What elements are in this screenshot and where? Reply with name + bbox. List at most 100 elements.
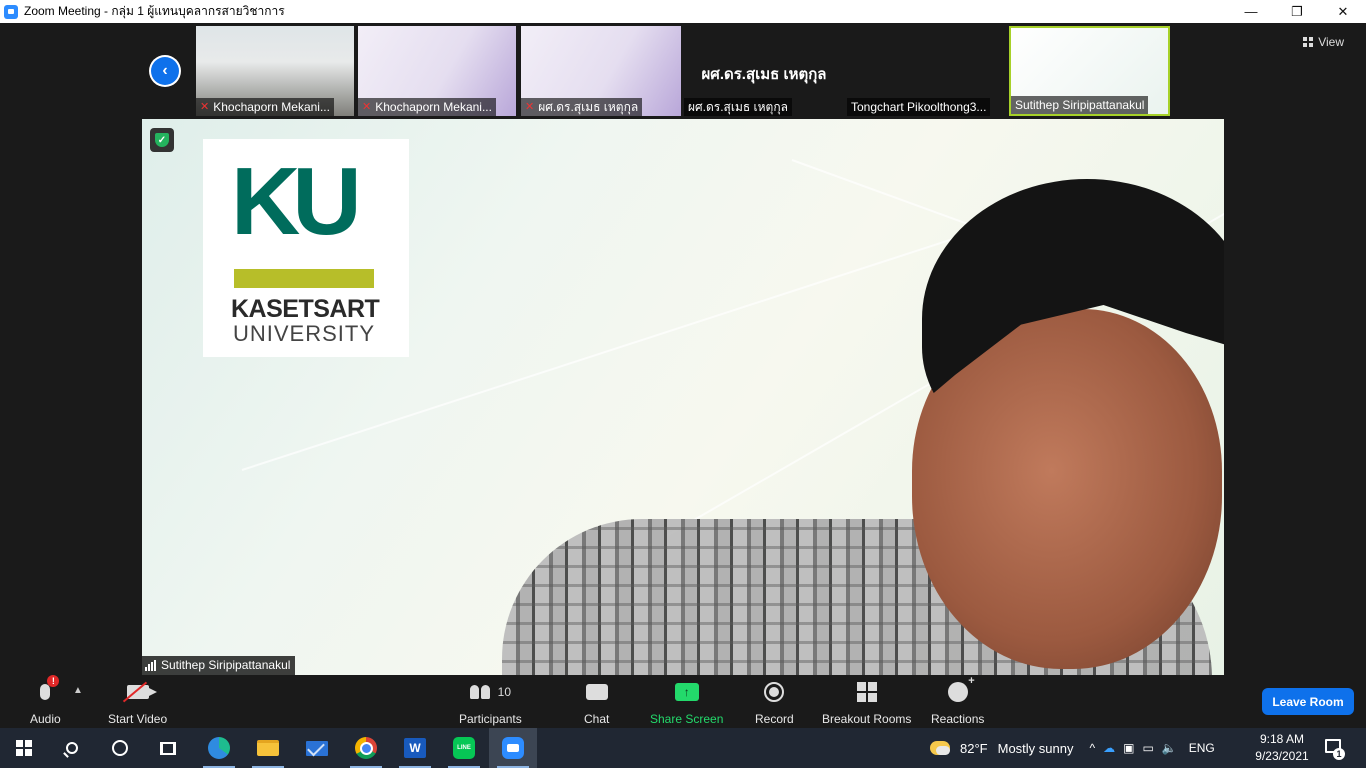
search-button[interactable] [48,728,96,768]
participant-thumbnail[interactable]: ✕ ผศ.ดร.สุเมธ เหตุกุล [521,26,681,116]
system-tray: 82°F Mostly sunny ^ ☁ ▣ ▭ 🔈 ENG [930,728,1215,768]
chrome-icon [355,737,377,759]
breakout-rooms-icon [856,682,877,702]
breakout-rooms-label: Breakout Rooms [822,712,912,726]
chevron-left-icon: ‹ [151,57,179,85]
share-screen-button[interactable]: ↑ Share Screen [650,679,723,726]
speaker-name-label: Sutithep Siripipattanakul [142,656,296,675]
close-button[interactable]: ✕ [1320,0,1366,23]
meeting-toolbar: ! Audio ▲ Start Video 10 Participants Ch… [0,675,1366,728]
thumbnail-name-label: ✕ Khochaporn Mekani... [358,98,496,116]
logo-mark: KU [231,148,362,255]
reactions-icon-wrap [947,675,975,705]
taskbar-edge[interactable] [195,728,243,768]
minimize-button[interactable]: — [1228,0,1274,23]
taskbar-line[interactable]: LINE [440,728,488,768]
microphone-icon: ! [40,675,60,705]
mic-muted-icon: ✕ [525,101,535,113]
folder-icon [257,740,279,756]
active-speaker-video[interactable]: ✓ KU KASETSART UNIVERSITY Sutithep Sirip… [142,119,1224,675]
grid-icon [1303,37,1314,47]
start-video-button[interactable]: Start Video [108,679,167,726]
windows-taskbar: W LINE 82°F Mostly sunny ^ ☁ ▣ ▭ 🔈 ENG 9… [0,728,1366,768]
encryption-badge[interactable]: ✓ [150,128,174,152]
participant-strip: ‹ ✕ Khochaporn Mekani... ✕ Khochaporn Me… [0,23,1366,119]
thumbnail-name-label: ✕ Khochaporn Mekani... [196,98,334,116]
record-label: Record [755,712,794,726]
logo-line2: UNIVERSITY [233,321,376,346]
share-screen-label: Share Screen [650,712,724,726]
signal-strength-icon [145,660,156,671]
zoom-app-icon [4,4,18,19]
windows-logo-icon [16,740,32,756]
restore-button[interactable]: ❐ [1274,0,1320,23]
window-controls: — ❐ ✕ [1228,0,1366,23]
start-button[interactable] [0,728,48,768]
chat-button[interactable]: Chat [584,679,609,726]
taskbar-clock[interactable]: 9:18 AM 9/23/2021 [1252,731,1312,765]
notification-count-badge: 1 [1333,748,1345,760]
weather-temp[interactable]: 82°F [960,741,988,756]
participant-thumbnail[interactable]: ✕ Khochaporn Mekani... [358,26,516,116]
leave-room-button[interactable]: Leave Room [1262,688,1354,715]
participant-thumbnail[interactable]: Tongchart Pikoolthong3... [847,26,1005,116]
share-screen-icon: ↑ [674,683,699,701]
search-icon [66,742,78,754]
reactions-icon [947,675,975,702]
thumbnail-name-label: ผศ.ดร.สุเมธ เหตุกุล [684,98,792,116]
window-title: Zoom Meeting - กลุ่ม 1 ผู้แทนบุคลากรสายว… [24,4,285,18]
participant-thumbnail[interactable]: ผศ.ดร.สุเมธ เหตุกุล ผศ.ดร.สุเมธ เหตุกุล [684,26,844,116]
record-icon [764,682,785,702]
tray-overflow-chevron-icon[interactable]: ^ [1089,741,1095,755]
thumbnail-name-label: Tongchart Pikoolthong3... [847,98,991,116]
audio-options-caret[interactable]: ▲ [73,685,83,696]
edge-icon [208,737,230,759]
task-view-button[interactable] [144,728,192,768]
breakout-rooms-button[interactable]: Breakout Rooms [822,679,911,726]
participant-name: Khochaporn Mekani... [213,100,330,114]
previous-page-button[interactable]: ‹ [149,55,181,87]
clock-date: 9/23/2021 [1255,749,1309,763]
mic-muted-icon: ✕ [362,101,372,113]
volume-icon[interactable]: 🔈 [1162,741,1177,755]
taskbar-word[interactable]: W [391,728,439,768]
cortana-button[interactable] [96,728,144,768]
word-icon: W [404,738,426,758]
line-icon: LINE [453,737,475,759]
logo-line1: KASETSART [231,295,380,323]
participant-thumbnail[interactable]: ✕ Khochaporn Mekani... [196,26,354,116]
participants-button[interactable]: 10 Participants [459,679,522,726]
participant-name: Tongchart Pikoolthong3... [851,100,987,114]
zoom-window: Zoom Meeting - กลุ่ม 1 ผู้แทนบุคลากรสายว… [0,0,1366,768]
taskbar-zoom[interactable] [489,728,537,768]
participant-display-name: ผศ.ดร.สุเมธ เหตุกุล [701,66,827,83]
camera-off-icon [122,679,157,705]
zoom-icon [502,737,524,759]
mic-muted-icon: ✕ [200,101,210,113]
reactions-button[interactable]: Reactions [931,675,985,726]
weather-text[interactable]: Mostly sunny [998,741,1074,756]
tray-app-icon[interactable]: ▣ [1123,741,1134,755]
audio-label: Audio [30,712,61,726]
language-indicator[interactable]: ENG [1189,741,1215,755]
start-video-label: Start Video [108,712,168,726]
reactions-label: Reactions [931,712,985,726]
title-bar: Zoom Meeting - กลุ่ม 1 ผู้แทนบุคลากรสายว… [0,0,1366,23]
participant-name: ผศ.ดร.สุเมธ เหตุกุล [688,100,788,114]
record-button[interactable]: Record [755,679,794,726]
taskbar-file-explorer[interactable] [244,728,292,768]
task-view-icon [160,741,176,755]
audio-button[interactable]: ! Audio [30,675,61,726]
taskbar-chrome[interactable] [342,728,390,768]
participants-icon: 10 [469,685,511,699]
onedrive-icon[interactable]: ☁ [1103,741,1115,755]
taskbar-mail[interactable] [293,728,341,768]
participant-thumbnail-active[interactable]: Sutithep Siripipattanakul [1009,26,1170,116]
weather-icon [930,741,950,755]
view-button[interactable]: View [1303,35,1344,49]
network-icon[interactable]: ▭ [1142,741,1153,755]
view-label: View [1318,35,1344,49]
thumbnail-name-label: Sutithep Siripipattanakul [1011,96,1149,114]
clock-time: 9:18 AM [1259,732,1305,746]
participants-label: Participants [459,712,522,726]
